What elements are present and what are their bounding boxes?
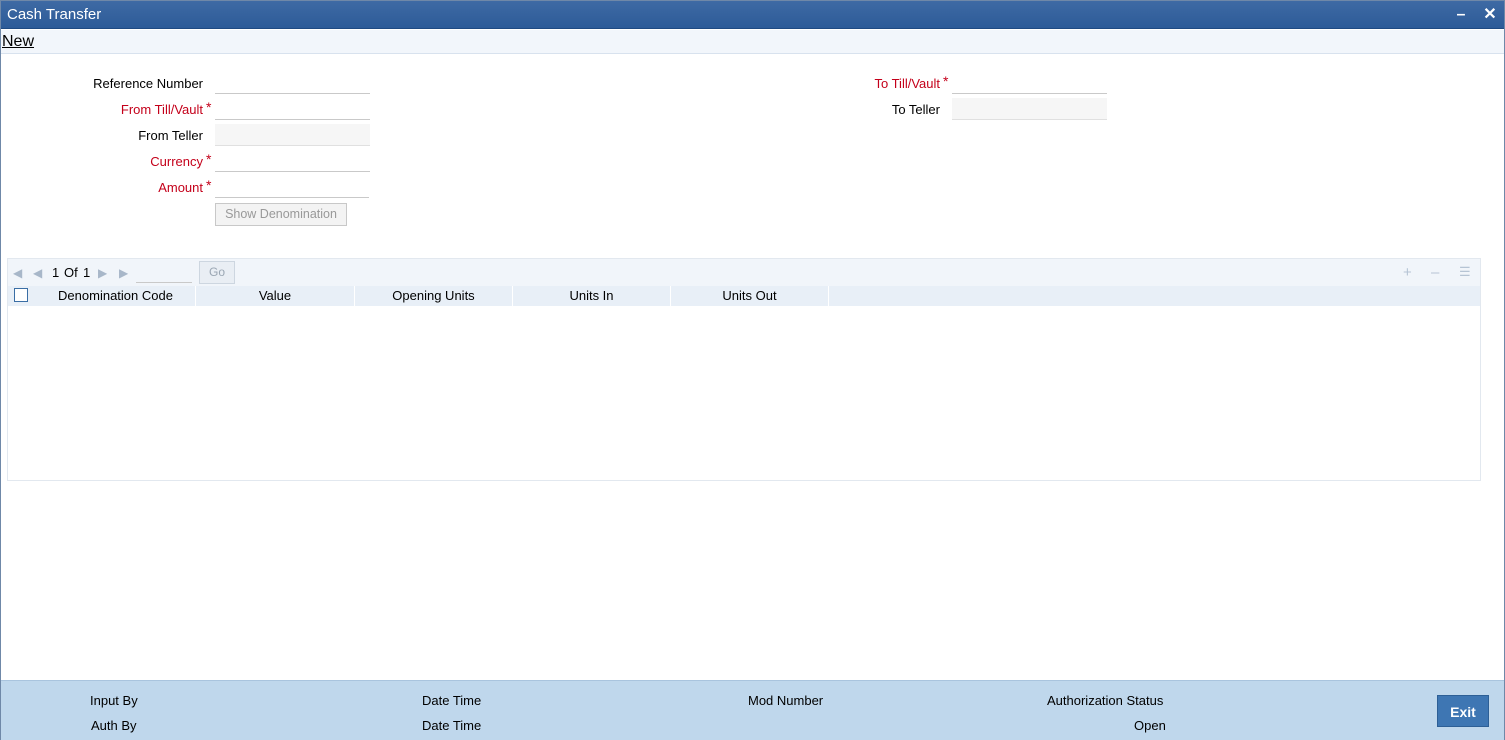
currency-label: Currency	[150, 154, 203, 169]
from-till-vault-field[interactable]	[215, 98, 370, 120]
close-icon[interactable]: ✕	[1480, 5, 1500, 25]
from-till-vault-label: From Till/Vault	[120, 102, 203, 117]
amount-field[interactable]	[215, 176, 369, 198]
to-till-vault-required-mark: *	[943, 73, 949, 89]
auth-date-time-label: Date Time	[422, 718, 482, 733]
from-teller-field[interactable]	[215, 124, 370, 146]
toolbar: New	[1, 30, 1504, 54]
page-number-input[interactable]	[136, 262, 192, 283]
currency-field[interactable]	[215, 150, 370, 172]
previous-page-icon[interactable]: ◀	[33, 266, 42, 280]
to-teller-field[interactable]	[952, 98, 1107, 120]
column-header-value[interactable]: Value	[196, 286, 355, 306]
record-status-value: Open	[1134, 718, 1166, 733]
audit-footer: Input By Date Time Mod Number Authorizat…	[1, 680, 1504, 740]
cash-transfer-window: Cash Transfer – ✕ New Reference Number F…	[0, 0, 1505, 740]
amount-required-mark: *	[206, 177, 212, 193]
input-by-label: Input By	[90, 693, 138, 708]
mod-number-label: Mod Number	[748, 693, 824, 708]
title-bar: Cash Transfer – ✕	[1, 1, 1504, 29]
next-page-icon[interactable]: ▶	[98, 266, 107, 280]
reference-number-label: Reference Number	[93, 76, 203, 91]
reference-number-field[interactable]	[215, 72, 370, 94]
add-row-icon[interactable]: +	[1403, 264, 1412, 281]
column-header-units-in[interactable]: Units In	[513, 286, 671, 306]
currency-required-mark: *	[206, 151, 212, 167]
go-button[interactable]: Go	[199, 261, 235, 284]
from-teller-label: From Teller	[138, 128, 203, 143]
page-current: 1	[52, 265, 60, 280]
denomination-grid: ◀​ ◀ 1 Of 1 ▶ ▶ Go + – ☰ Denomination Co…	[7, 258, 1481, 481]
single-view-icon[interactable]: ☰	[1459, 264, 1471, 280]
show-denomination-button[interactable]: Show Denomination	[215, 203, 347, 226]
delete-row-icon[interactable]: –	[1431, 264, 1439, 281]
column-header-units-out[interactable]: Units Out	[671, 286, 829, 306]
new-button[interactable]: New	[2, 33, 34, 51]
column-header-opening-units[interactable]: Opening Units	[355, 286, 513, 306]
minimize-icon[interactable]: –	[1451, 5, 1471, 25]
authorization-status-label: Authorization Status	[1047, 693, 1164, 708]
date-time-label: Date Time	[422, 693, 482, 708]
select-all-checkbox[interactable]	[14, 288, 28, 302]
column-header-denomination-code[interactable]: Denomination Code	[36, 286, 196, 306]
first-page-icon[interactable]: ◀​	[13, 266, 22, 280]
page-total: 1	[83, 265, 91, 280]
grid-header-row: Denomination Code Value Opening Units Un…	[8, 286, 1480, 306]
to-teller-label: To Teller	[891, 102, 940, 117]
page-of-label: Of	[64, 265, 78, 280]
exit-button[interactable]: Exit	[1437, 695, 1489, 727]
to-till-vault-label: To Till/Vault	[874, 76, 940, 91]
last-page-icon[interactable]: ▶	[119, 266, 128, 280]
amount-label: Amount	[158, 180, 203, 195]
from-till-vault-required-mark: *	[206, 99, 212, 115]
auth-by-label: Auth By	[91, 718, 137, 733]
window-title: Cash Transfer	[7, 6, 102, 23]
to-till-vault-field[interactable]	[952, 72, 1107, 94]
grid-pagination-bar: ◀​ ◀ 1 Of 1 ▶ ▶ Go + – ☰	[8, 259, 1480, 286]
